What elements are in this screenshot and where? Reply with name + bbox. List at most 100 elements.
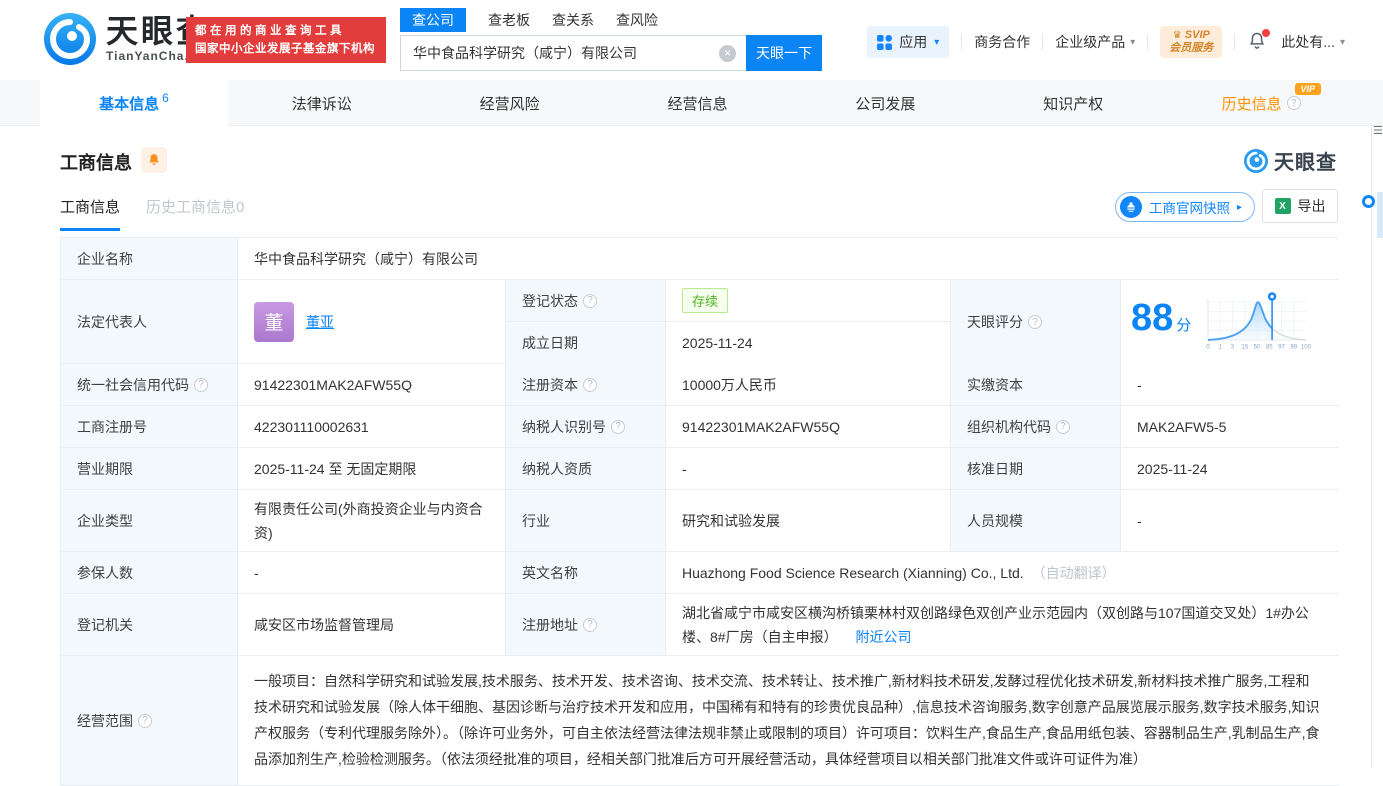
search-button[interactable]: 天眼一下 bbox=[746, 35, 822, 71]
field-label-company-name: 企业名称 bbox=[61, 238, 238, 280]
field-label-address: 注册地址 ? bbox=[506, 594, 666, 656]
watermark-logo-icon bbox=[1244, 149, 1268, 173]
svg-text:15: 15 bbox=[1242, 343, 1249, 350]
help-icon[interactable]: ? bbox=[1028, 315, 1042, 329]
side-widget-icon[interactable]: ☰ bbox=[1373, 124, 1383, 137]
field-label-english-name: 英文名称 bbox=[506, 552, 666, 594]
field-label-term: 营业期限 bbox=[61, 448, 238, 490]
anchor-dot[interactable] bbox=[1362, 195, 1375, 208]
search-tab-boss[interactable]: 查老板 bbox=[488, 10, 530, 30]
field-label-reg-number: 工商注册号 bbox=[61, 406, 238, 448]
svg-text:100: 100 bbox=[1301, 343, 1312, 350]
tianyancha-logo-icon bbox=[44, 13, 96, 65]
excel-icon: X bbox=[1275, 198, 1291, 214]
divider bbox=[1042, 34, 1043, 50]
business-coop-link[interactable]: 商务合作 bbox=[974, 32, 1030, 52]
tab-history-info[interactable]: 历史信息 ? VIP bbox=[1167, 80, 1355, 126]
help-icon[interactable]: ? bbox=[1056, 420, 1070, 434]
field-value-industry: 研究和试验发展 bbox=[666, 490, 951, 552]
help-icon[interactable]: ? bbox=[138, 714, 152, 728]
tab-intellectual-property[interactable]: 知识产权 bbox=[979, 80, 1167, 126]
help-icon[interactable]: ? bbox=[1287, 96, 1301, 110]
field-label-industry: 行业 bbox=[506, 490, 666, 552]
svip-member-badge[interactable]: ♛ SVIP 会员服务 bbox=[1160, 26, 1222, 58]
help-icon[interactable]: ? bbox=[611, 420, 625, 434]
official-snapshot-button[interactable]: 工商官网快照 ▸ bbox=[1115, 192, 1255, 222]
auto-translate-note: （自动翻译） bbox=[1032, 563, 1116, 583]
subtab-business-info[interactable]: 工商信息 bbox=[60, 196, 120, 231]
help-icon[interactable]: ? bbox=[583, 618, 597, 632]
section-title: 工商信息 bbox=[60, 149, 132, 175]
svg-text:85: 85 bbox=[1266, 343, 1273, 350]
tab-operating-info[interactable]: 经营信息 bbox=[604, 80, 792, 126]
field-value-taxpayer-quality: - bbox=[666, 448, 951, 490]
svg-text:97: 97 bbox=[1278, 343, 1285, 350]
score-number: 88分 bbox=[1131, 299, 1191, 345]
help-icon[interactable]: ? bbox=[583, 378, 597, 392]
apps-grid-icon bbox=[877, 35, 892, 50]
field-value-registry: 咸安区市场监督管理局 bbox=[238, 594, 506, 656]
tianyancha-watermark: 天眼查 bbox=[1244, 146, 1337, 175]
search-input[interactable] bbox=[400, 35, 746, 71]
field-label-credit-code: 统一社会信用代码 ? bbox=[61, 364, 238, 406]
svg-text:99: 99 bbox=[1291, 343, 1298, 350]
field-value-reg-capital: 10000万人民币 bbox=[666, 364, 951, 406]
field-label-established: 成立日期 bbox=[506, 322, 666, 364]
field-label-approval-date: 核准日期 bbox=[951, 448, 1121, 490]
field-value-approval-date: 2025-11-24 bbox=[1121, 448, 1339, 490]
field-value-paid-capital: - bbox=[1121, 364, 1339, 406]
tab-basic-info[interactable]: 基本信息 6 bbox=[40, 80, 228, 126]
tab-company-development[interactable]: 公司发展 bbox=[791, 80, 979, 126]
legal-rep-link[interactable]: 董亚 bbox=[306, 312, 334, 332]
field-label-insured-count: 参保人数 bbox=[61, 552, 238, 594]
field-value-score[interactable]: 88分 bbox=[1121, 280, 1339, 364]
field-value-established: 2025-11-24 bbox=[666, 322, 951, 364]
caret-down-icon: ▾ bbox=[934, 37, 939, 48]
legal-rep-avatar[interactable]: 董 bbox=[254, 302, 294, 342]
notification-dot bbox=[1262, 29, 1270, 37]
field-label-taxpayer-quality: 纳税人资质 bbox=[506, 448, 666, 490]
field-label-reg-capital: 注册资本 ? bbox=[506, 364, 666, 406]
user-account-menu[interactable]: 此处有... ▾ bbox=[1281, 32, 1345, 52]
field-label-company-type: 企业类型 bbox=[61, 490, 238, 552]
svg-text:3: 3 bbox=[1231, 343, 1235, 350]
field-value-term: 2025-11-24 至 无固定期限 bbox=[238, 448, 506, 490]
apps-menu[interactable]: 应用 ▾ bbox=[867, 26, 949, 58]
svg-text:0: 0 bbox=[1207, 343, 1211, 350]
help-icon[interactable]: ? bbox=[583, 294, 597, 308]
field-value-legal-rep: 董 董亚 bbox=[238, 280, 506, 364]
crown-icon: ♛ bbox=[1173, 30, 1182, 41]
field-value-address: 湖北省咸宁市咸安区横沟桥镇栗林村双创路绿色双创产业示范园内（双创路与107国道交… bbox=[666, 594, 1339, 656]
subtab-history-business-info[interactable]: 历史工商信息0 bbox=[146, 196, 244, 231]
field-label-paid-capital: 实缴资本 bbox=[951, 364, 1121, 406]
field-label-taxpayer-id: 纳税人识别号 ? bbox=[506, 406, 666, 448]
status-score-group: 登记状态 ? 存续 天眼评分 ? 88分 bbox=[506, 280, 1339, 364]
business-info-table: 企业名称 华中食品科学研究（咸宁）有限公司 法定代表人 董 董亚 登记状态 ? … bbox=[60, 237, 1338, 786]
field-label-score: 天眼评分 ? bbox=[951, 280, 1121, 364]
field-value-org-code: MAK2AFW5-5 bbox=[1121, 406, 1339, 448]
field-label-org-code: 组织机构代码 ? bbox=[951, 406, 1121, 448]
caret-down-icon: ▾ bbox=[1130, 37, 1135, 48]
search-type-tabs: 查公司 查老板 查关系 查风险 bbox=[400, 8, 822, 32]
help-icon[interactable]: ? bbox=[194, 378, 208, 392]
stamp-icon bbox=[1120, 196, 1142, 218]
basic-info-count: 6 bbox=[162, 91, 169, 105]
export-button[interactable]: X 导出 bbox=[1262, 189, 1338, 223]
notifications-bell-icon[interactable] bbox=[1247, 31, 1269, 53]
clear-search-icon[interactable]: × bbox=[719, 45, 736, 62]
anchor-active-marker bbox=[1377, 192, 1383, 238]
divider bbox=[1147, 34, 1148, 50]
field-label-legal-rep: 法定代表人 bbox=[61, 280, 238, 364]
monitor-bell-button[interactable] bbox=[141, 147, 167, 173]
bell-icon bbox=[147, 153, 161, 167]
tab-legal-litigation[interactable]: 法律诉讼 bbox=[228, 80, 416, 126]
caret-right-icon: ▸ bbox=[1237, 202, 1242, 213]
search-tab-relation[interactable]: 查关系 bbox=[552, 10, 594, 30]
field-value-scope: 一般项目：自然科学研究和试验发展,技术服务、技术开发、技术咨询、技术交流、技术转… bbox=[238, 656, 1339, 786]
nearby-companies-link[interactable]: 附近公司 bbox=[855, 629, 911, 645]
search-tab-company[interactable]: 查公司 bbox=[400, 8, 466, 32]
enterprise-products-link[interactable]: 企业级产品 ▾ bbox=[1055, 32, 1135, 52]
field-label-reg-status: 登记状态 ? bbox=[506, 280, 666, 322]
tab-operating-risk[interactable]: 经营风险 bbox=[416, 80, 604, 126]
search-tab-risk[interactable]: 查风险 bbox=[616, 10, 658, 30]
